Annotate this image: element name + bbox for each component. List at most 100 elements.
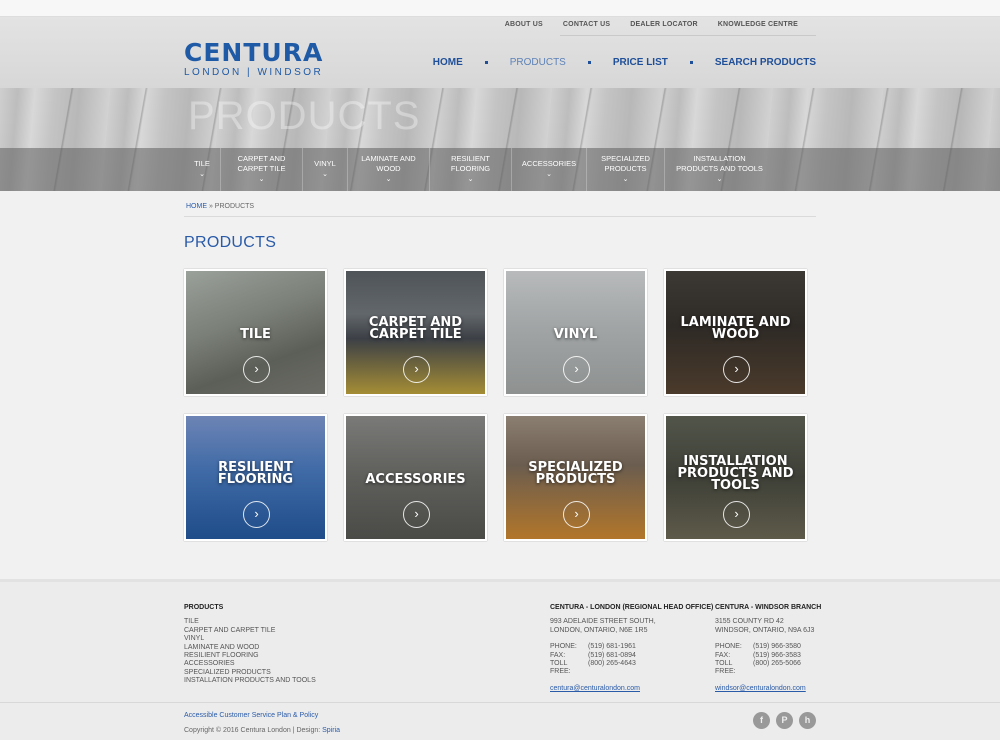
chevron-down-icon: ⌄	[322, 171, 328, 178]
windsor-email-link[interactable]: windsor@centuralondon.com	[715, 685, 821, 693]
footer-product-link[interactable]: RESILIENT FLOORING	[184, 652, 316, 660]
arrow-right-icon: ›	[563, 501, 590, 528]
phone-label: PHONE:	[715, 643, 742, 651]
tile-label: TOOLS	[711, 478, 760, 493]
product-tile-tile[interactable]: TILE ›	[184, 269, 327, 396]
category-vinyl[interactable]: VINYL ⌄	[302, 148, 347, 191]
designer-link[interactable]: Spiria	[322, 727, 340, 734]
footer-products-heading: PRODUCTS	[184, 604, 224, 611]
nav-home[interactable]: HOME	[433, 57, 463, 68]
nav-separator	[484, 61, 488, 64]
fax-label: FAX:	[715, 651, 731, 659]
page-title: PRODUCTS	[184, 234, 277, 251]
social-links: f P h	[753, 712, 816, 729]
product-tile-carpet[interactable]: CARPET AND CARPET TILE ›	[344, 269, 487, 396]
category-label: SPECIALIZED	[601, 154, 650, 163]
category-bar: TILE ⌄ CARPET AND CARPET TILE ⌄ VINYL ⌄ …	[0, 148, 1000, 191]
nav-price-list[interactable]: PRICE LIST	[613, 57, 668, 68]
accessibility-policy-link[interactable]: Accessible Customer Service Plan & Polic…	[184, 712, 318, 719]
util-knowledge-centre[interactable]: KNOWLEDGE CENTRE	[708, 21, 808, 28]
breadcrumb: HOME » PRODUCTS	[186, 203, 254, 210]
footer-product-link[interactable]: TILE	[184, 618, 316, 626]
category-laminate[interactable]: LAMINATE AND WOOD ⌄	[347, 148, 429, 191]
arrow-right-icon: ›	[243, 356, 270, 383]
util-about-us[interactable]: ABOUT US	[495, 21, 553, 28]
windsor-tollfree: (800) 265-5066	[753, 660, 801, 668]
footer-product-link[interactable]: LAMINATE AND WOOD	[184, 644, 316, 652]
breadcrumb-home[interactable]: HOME	[186, 203, 207, 210]
chevron-down-icon: ⌄	[199, 171, 205, 178]
product-tile-vinyl[interactable]: VINYL ›	[504, 269, 647, 396]
tile-label: TILE	[240, 327, 271, 342]
chevron-down-icon: ⌄	[546, 171, 552, 178]
tile-label: PRODUCTS	[535, 472, 616, 487]
breadcrumb-separator: »	[207, 203, 215, 210]
category-label: RESILIENT	[451, 154, 490, 163]
arrow-right-icon: ›	[723, 356, 750, 383]
nav-separator	[689, 61, 693, 64]
category-installation[interactable]: INSTALLATION PRODUCTS AND TOOLS ⌄	[664, 148, 774, 191]
footer-products: PRODUCTS TILE CARPET AND CARPET TILE VIN…	[184, 604, 316, 686]
product-tile-resilient[interactable]: RESILIENT FLOORING ›	[184, 414, 327, 541]
houzz-icon[interactable]: h	[799, 712, 816, 729]
arrow-right-icon: ›	[243, 501, 270, 528]
hero-title: PRODUCTS	[188, 94, 421, 138]
footer-divider	[0, 702, 1000, 703]
category-label: VINYL	[314, 159, 336, 168]
util-dealer-locator[interactable]: DEALER LOCATOR	[620, 21, 708, 28]
main-nav: HOME PRODUCTS PRICE LIST SEARCH PRODUCTS	[433, 57, 816, 68]
phone-label: PHONE:	[550, 643, 577, 651]
product-tile-installation[interactable]: INSTALLATION PRODUCTS AND TOOLS ›	[664, 414, 807, 541]
footer-product-link[interactable]: INSTALLATION PRODUCTS AND TOOLS	[184, 677, 316, 685]
arrow-right-icon: ›	[403, 501, 430, 528]
category-accessories[interactable]: ACCESSORIES ⌄	[511, 148, 586, 191]
category-label: FLOORING	[450, 164, 491, 173]
chevron-down-icon: ⌄	[258, 176, 265, 183]
product-tile-specialized[interactable]: SPECIALIZED PRODUCTS ›	[504, 414, 647, 541]
utility-nav: ABOUT US CONTACT US DEALER LOCATOR KNOWL…	[495, 21, 808, 28]
facebook-icon[interactable]: f	[753, 712, 770, 729]
category-specialized[interactable]: SPECIALIZED PRODUCTS ⌄	[586, 148, 664, 191]
centura-logo[interactable]: CENTURA LONDON | WINDSOR	[184, 40, 329, 83]
copyright: Copyright © 2016 Centura London | Design…	[184, 727, 340, 734]
london-email-link[interactable]: centura@centuralondon.com	[550, 685, 713, 693]
category-carpet[interactable]: CARPET AND CARPET TILE ⌄	[220, 148, 302, 191]
category-label: CARPET TILE	[237, 164, 286, 173]
footer-product-link[interactable]: VINYL	[184, 635, 316, 643]
nav-products[interactable]: PRODUCTS	[510, 57, 566, 68]
chevron-down-icon: ⌄	[385, 176, 392, 183]
footer-windsor: CENTURA - WINDSOR BRANCH 3155 COUNTY RD …	[715, 604, 821, 693]
london-address-line: LONDON, ONTARIO, N6E 1R5	[550, 626, 648, 634]
footer-product-link[interactable]: ACCESSORIES	[184, 660, 316, 668]
tile-label: ACCESSORIES	[365, 472, 466, 487]
category-resilient[interactable]: RESILIENT FLOORING ⌄	[429, 148, 511, 191]
nav-separator	[587, 61, 591, 64]
utility-divider	[560, 35, 816, 36]
tile-label: CARPET TILE	[369, 327, 462, 342]
product-tile-laminate[interactable]: LAMINATE AND WOOD ›	[664, 269, 807, 396]
browser-top-strip	[0, 0, 1000, 17]
category-label: PRODUCTS	[604, 164, 647, 173]
windsor-phone: (519) 966-3580	[753, 643, 801, 651]
tollfree-label: TOLL FREE:	[715, 660, 736, 676]
nav-search-products[interactable]: SEARCH PRODUCTS	[715, 57, 816, 68]
util-contact-us[interactable]: CONTACT US	[553, 21, 620, 28]
category-tile[interactable]: TILE ⌄	[184, 148, 220, 191]
product-tile-accessories[interactable]: ACCESSORIES ›	[344, 414, 487, 541]
site-header: ABOUT US CONTACT US DEALER LOCATOR KNOWL…	[0, 17, 1000, 88]
chevron-down-icon: ⌄	[622, 176, 629, 183]
london-fax: (519) 681-0894	[588, 651, 636, 659]
windsor-address-line: WINDSOR, ONTARIO, N9A 6J3	[715, 626, 815, 634]
footer-product-link[interactable]: SPECIALIZED PRODUCTS	[184, 669, 316, 677]
category-label: CARPET AND	[237, 154, 286, 163]
category-label: TILE	[194, 159, 210, 168]
windsor-fax: (519) 966-3583	[753, 651, 801, 659]
pinterest-icon[interactable]: P	[776, 712, 793, 729]
category-label: PRODUCTS AND TOOLS	[676, 164, 763, 173]
copyright-text: Copyright © 2016 Centura London | Design…	[184, 727, 323, 734]
footer-product-link[interactable]: CARPET AND CARPET TILE	[184, 627, 316, 635]
arrow-right-icon: ›	[563, 356, 590, 383]
chevron-down-icon: ⌄	[716, 176, 723, 183]
london-address-line: 993 ADELAIDE STREET SOUTH,	[550, 618, 656, 626]
footer-london-heading: CENTURA - LONDON (REGIONAL HEAD OFFICE)	[550, 604, 714, 611]
